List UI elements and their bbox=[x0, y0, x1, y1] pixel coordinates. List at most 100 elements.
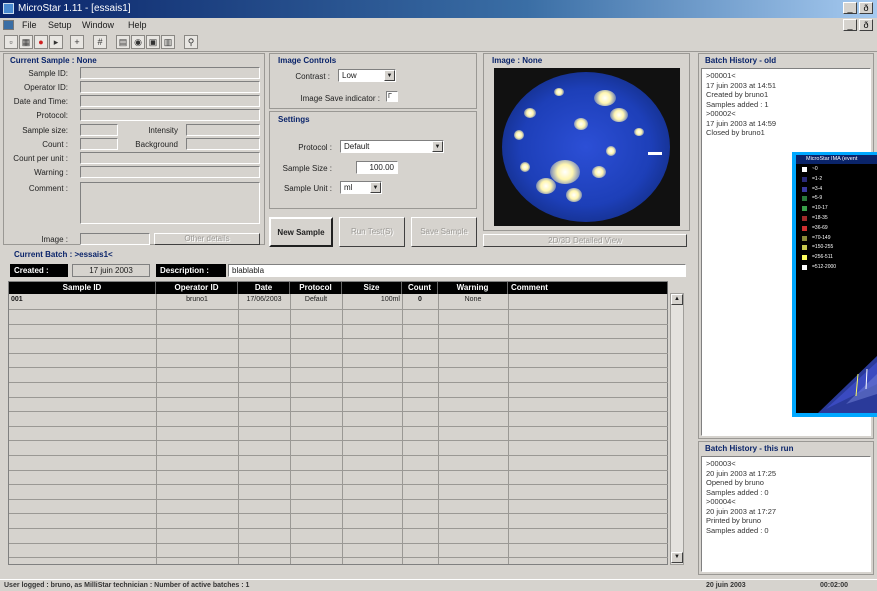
legend-swatch bbox=[802, 225, 807, 231]
protocol-label: Protocol: bbox=[36, 111, 68, 120]
sample-unit-select[interactable]: ml ▼ bbox=[340, 181, 382, 194]
table-row-divider bbox=[9, 411, 668, 413]
status-time: 00:02:00 bbox=[820, 582, 849, 589]
camera-icon[interactable]: ◉ bbox=[131, 35, 145, 49]
table-scrollbar[interactable]: ▲ ▼ bbox=[670, 293, 684, 565]
chevron-down-icon[interactable]: ▼ bbox=[370, 182, 381, 193]
legend-swatch bbox=[802, 206, 807, 212]
scroll-down-icon[interactable]: ▼ bbox=[671, 552, 683, 563]
crosshair-icon[interactable]: + bbox=[70, 35, 84, 49]
intensity-field bbox=[186, 124, 260, 136]
child-minimize-button[interactable]: _ bbox=[843, 19, 857, 31]
history-line: 17 juin 2003 at 14:59 bbox=[706, 118, 777, 128]
legend-label: =3-4 bbox=[812, 185, 823, 192]
history-line: Created by bruno1 bbox=[706, 90, 769, 99]
search-icon[interactable]: ⚲ bbox=[184, 35, 198, 49]
operator-id-label: Operator ID: bbox=[23, 83, 68, 92]
table-row-divider bbox=[9, 528, 668, 529]
legend-label: =36-69 bbox=[812, 224, 828, 231]
table-row-divider bbox=[9, 498, 668, 500]
chart-icon[interactable]: ▤ bbox=[116, 35, 130, 49]
new-icon[interactable]: ▫ bbox=[4, 35, 18, 49]
protocol-select[interactable]: Default ▼ bbox=[340, 140, 444, 153]
column-header-date[interactable]: Date bbox=[238, 282, 290, 294]
count-per-unit-label: Count per unit : bbox=[13, 154, 68, 163]
batch-history-old-title: Batch History - old bbox=[705, 56, 777, 65]
document-icon[interactable] bbox=[3, 20, 14, 30]
table-row-divider bbox=[9, 542, 668, 544]
color-legend: ~0 =1-2 =3-4 =5-9 =10-17 =18-35 =36-69 =70-149 =… bbox=[796, 166, 877, 276]
image-panel: Image : None bbox=[483, 53, 690, 231]
image-icon[interactable]: ▣ bbox=[146, 35, 160, 49]
play-icon[interactable]: ▸ bbox=[49, 35, 63, 49]
comment-field bbox=[80, 182, 260, 224]
batch-history-run-list[interactable]: >00003< 20 juin 2003 at 17:25 Opened by … bbox=[701, 456, 871, 572]
image-controls-title: Image Controls bbox=[278, 56, 337, 65]
colony-blob bbox=[592, 166, 606, 178]
child-maximize-button[interactable]: ð bbox=[859, 19, 873, 31]
cell-date: 17/06/2003 bbox=[246, 296, 282, 303]
date-time-label: Date and Time: bbox=[13, 97, 68, 106]
table-column-divider bbox=[156, 294, 157, 564]
sample-image[interactable] bbox=[494, 68, 680, 226]
open-icon[interactable]: ▦ bbox=[19, 35, 33, 49]
grid-icon[interactable]: # bbox=[93, 35, 107, 49]
table-row-divider bbox=[9, 557, 668, 559]
contrast-value: Low bbox=[342, 71, 357, 80]
image-controls-panel: Image Controls Contrast : Low ▼ Image Sa… bbox=[269, 53, 477, 109]
column-header-protocol[interactable]: Protocol bbox=[290, 282, 342, 294]
table-row-divider bbox=[9, 455, 668, 456]
scroll-up-icon[interactable]: ▲ bbox=[671, 294, 683, 305]
column-header-warning[interactable]: Warning bbox=[438, 282, 508, 294]
sample-size-input[interactable]: 100.00 bbox=[356, 161, 398, 174]
other-details-button[interactable]: Other details bbox=[154, 233, 260, 245]
image-save-checkbox[interactable]: Г bbox=[386, 91, 398, 102]
contrast-select[interactable]: Low ▼ bbox=[338, 69, 396, 82]
count-label: Count : bbox=[42, 140, 68, 149]
save-sample-button[interactable]: Save Sample bbox=[411, 217, 477, 247]
legend-swatch bbox=[802, 196, 807, 202]
run-test-button[interactable]: Run Test(S) bbox=[339, 217, 405, 247]
colony-blob bbox=[554, 88, 564, 96]
colony-blob bbox=[610, 108, 628, 122]
chevron-down-icon[interactable]: ▼ bbox=[384, 70, 395, 81]
detailed-view-button[interactable]: 2D/3D Detailed View bbox=[483, 234, 687, 247]
table-column-divider bbox=[290, 294, 291, 564]
popup-content: ~0 =1-2 =3-4 =5-9 =10-17 =18-35 =36-69 =70-149 =… bbox=[796, 164, 877, 413]
column-header-size[interactable]: Size bbox=[342, 282, 402, 294]
image-save-indicator-label: Image Save indicator : bbox=[300, 94, 380, 103]
legend-swatch bbox=[802, 216, 807, 221]
chevron-down-icon[interactable]: ▼ bbox=[432, 141, 443, 152]
settings-title: Settings bbox=[278, 115, 310, 124]
colony-blob bbox=[634, 128, 644, 136]
protocol-setting-label: Protocol : bbox=[298, 143, 332, 152]
column-header-count[interactable]: Count bbox=[402, 282, 438, 294]
menu-help[interactable]: Help bbox=[128, 20, 147, 30]
print-icon[interactable]: ▥ bbox=[161, 35, 175, 49]
colony-blob bbox=[520, 162, 530, 172]
colony-blob bbox=[514, 130, 524, 140]
menu-window[interactable]: Window bbox=[82, 20, 114, 30]
column-header-operator-id[interactable]: Operator ID bbox=[156, 282, 238, 294]
table-row-divider bbox=[9, 513, 668, 515]
legend-label: =70-149 bbox=[812, 234, 831, 241]
table-row-divider bbox=[9, 396, 668, 398]
colony-blob bbox=[566, 188, 582, 202]
title-bar: MicroStar 1.11 - [essais1] _ ð bbox=[0, 0, 877, 18]
column-header-comment[interactable]: Comment bbox=[508, 282, 668, 294]
description-input[interactable]: blablabla bbox=[228, 264, 686, 277]
maximize-button[interactable]: ð bbox=[859, 2, 873, 14]
column-header-sample-id[interactable]: Sample ID bbox=[9, 282, 156, 294]
detailed-3d-window[interactable]: MicroStar IMA (event ~0 =1-2 =3-4 =5-9 =10-1… bbox=[792, 152, 877, 417]
menu-setup[interactable]: Setup bbox=[48, 20, 72, 30]
colony-blob bbox=[606, 146, 616, 156]
colony-blob bbox=[574, 118, 588, 130]
table-column-divider bbox=[402, 294, 403, 564]
new-sample-button[interactable]: New Sample bbox=[269, 217, 333, 247]
menu-file[interactable]: File bbox=[22, 20, 37, 30]
record-icon[interactable]: ● bbox=[34, 35, 48, 49]
status-date: 20 juin 2003 bbox=[706, 582, 746, 589]
history-line: Samples added : 0 bbox=[706, 487, 769, 497]
minimize-button[interactable]: _ bbox=[843, 2, 857, 14]
history-line: Opened by bruno bbox=[706, 478, 764, 487]
